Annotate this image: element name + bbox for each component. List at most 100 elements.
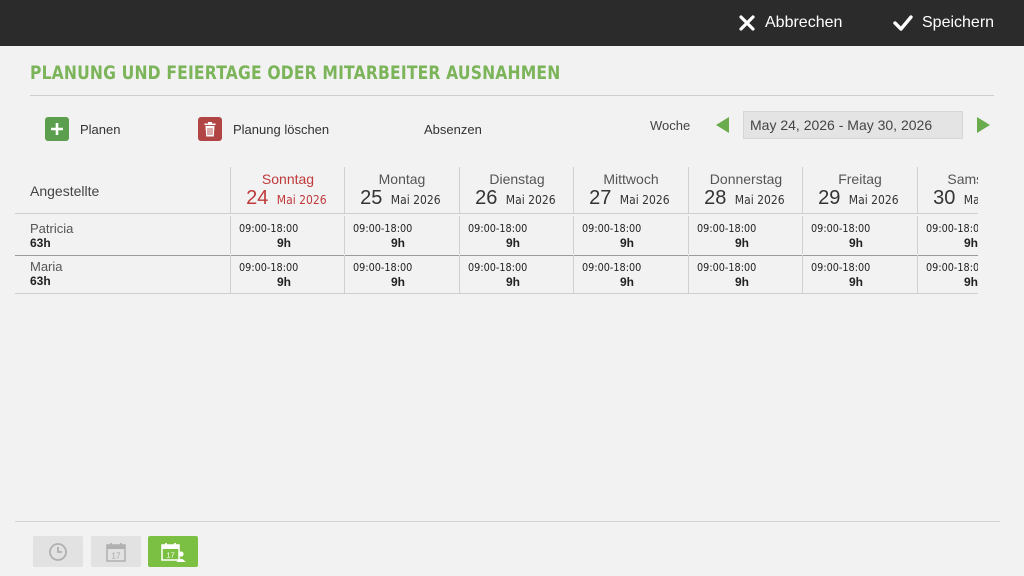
- day-month: Mai 2026: [620, 193, 671, 207]
- save-button[interactable]: Speichern: [893, 0, 994, 46]
- day-name: Samstag: [947, 171, 978, 187]
- shift-time: 09:00-18:00: [468, 222, 528, 235]
- header-divider: [15, 213, 978, 214]
- day-name: Montag: [378, 171, 426, 187]
- shift-time: 09:00-18:00: [697, 261, 757, 274]
- shift-hours: 9h: [506, 236, 521, 250]
- shift-hours: 9h: [964, 236, 978, 250]
- day-header-saturday: Samstag 30 Mai 2026: [917, 167, 978, 213]
- day-number: 25: [360, 187, 383, 209]
- day-number: 30: [933, 187, 956, 209]
- clock-view-button[interactable]: [33, 536, 83, 567]
- day-header-sunday: Sonntag 24 Mai 2026: [230, 167, 345, 213]
- delete-plan-label: Planung löschen: [233, 121, 330, 137]
- day-name: Dienstag: [489, 171, 545, 187]
- day-month: Mai 2026: [277, 193, 328, 207]
- delete-plan-button[interactable]: Planung löschen: [198, 117, 329, 141]
- page-title: PLANUNG UND FEIERTAGE ODER MITARBEITER A…: [30, 62, 561, 84]
- shift-cell[interactable]: 09:00-18:009h: [573, 216, 688, 254]
- day-name: Mittwoch: [603, 171, 659, 187]
- shift-time: 09:00-18:00: [926, 261, 978, 274]
- shift-time: 09:00-18:00: [697, 222, 757, 235]
- day-month: Mai 2026: [506, 193, 557, 207]
- plan-button[interactable]: Planen: [45, 117, 120, 141]
- calendar-user-icon: 17: [161, 542, 186, 562]
- cancel-label: Abbrechen: [765, 14, 843, 31]
- absences-button[interactable]: Absenzen: [424, 122, 482, 137]
- shift-time: 09:00-18:00: [926, 222, 978, 235]
- shift-hours: 9h: [620, 275, 635, 289]
- title-divider: [30, 95, 994, 96]
- shift-hours: 9h: [964, 275, 978, 289]
- schedule-grid: Angestellte Sonntag 24 Mai 2026 Montag 25…: [15, 167, 978, 297]
- employee-total-hours: 63h: [30, 236, 51, 250]
- employee-row-label: Maria 63h: [30, 259, 63, 288]
- shift-cell[interactable]: 09:00-18:009h: [230, 216, 345, 254]
- shift-cell[interactable]: 09:00-18:009h: [917, 255, 978, 293]
- shift-cell[interactable]: 09:00-18:009h: [688, 255, 803, 293]
- next-week-arrow-icon[interactable]: [973, 115, 993, 135]
- shift-hours: 9h: [620, 236, 635, 250]
- shift-time: 09:00-18:00: [239, 222, 299, 235]
- plus-icon: [45, 117, 69, 141]
- day-header-friday: Freitag 29 Mai 2026: [802, 167, 917, 213]
- day-month: Mai 2026: [964, 193, 978, 207]
- shift-hours: 9h: [506, 275, 521, 289]
- day-header-monday: Montag 25 Mai 2026: [344, 167, 459, 213]
- shift-time: 09:00-18:00: [582, 222, 642, 235]
- shift-time: 09:00-18:00: [353, 261, 413, 274]
- shift-cell[interactable]: 09:00-18:009h: [802, 255, 917, 293]
- day-month: Mai 2026: [735, 193, 786, 207]
- day-header-thursday: Donnerstag 28 Mai 2026: [688, 167, 803, 213]
- day-name: Freitag: [838, 171, 882, 187]
- shift-hours: 9h: [735, 236, 750, 250]
- employees-column-header: Angestellte: [30, 183, 100, 199]
- shift-cell[interactable]: 09:00-18:009h: [344, 255, 459, 293]
- shift-hours: 9h: [277, 236, 292, 250]
- day-month: Mai 2026: [391, 193, 442, 207]
- absences-label: Absenzen: [424, 122, 482, 137]
- shift-cell[interactable]: 09:00-18:009h: [459, 216, 574, 254]
- calendar-day-number: 17: [166, 550, 174, 559]
- bottom-divider: [15, 521, 1000, 522]
- shift-time: 09:00-18:00: [582, 261, 642, 274]
- shift-cell[interactable]: 09:00-18:009h: [573, 255, 688, 293]
- shift-cell[interactable]: 09:00-18:009h: [344, 216, 459, 254]
- shift-cell[interactable]: 09:00-18:009h: [917, 216, 978, 254]
- shift-time: 09:00-18:00: [811, 222, 871, 235]
- calendar-icon: 17: [106, 542, 126, 562]
- shift-cell[interactable]: 09:00-18:009h: [688, 216, 803, 254]
- close-icon: [739, 15, 755, 31]
- clock-icon: [49, 542, 67, 561]
- day-number: 28: [704, 187, 727, 209]
- previous-week-arrow-icon[interactable]: [713, 115, 733, 135]
- employee-row-label: Patricia 63h: [30, 221, 73, 250]
- week-label: Woche: [650, 118, 691, 133]
- day-name: Donnerstag: [709, 171, 783, 187]
- shift-hours: 9h: [391, 236, 406, 250]
- employee-calendar-view-button[interactable]: 17: [148, 536, 198, 567]
- calendar-day-number: 17: [112, 551, 121, 560]
- plan-label: Planen: [80, 121, 121, 137]
- shift-time: 09:00-18:00: [353, 222, 413, 235]
- cancel-button[interactable]: Abbrechen: [738, 0, 842, 46]
- shift-cell[interactable]: 09:00-18:009h: [459, 255, 574, 293]
- day-number: 27: [589, 187, 612, 209]
- shift-hours: 9h: [735, 275, 750, 289]
- week-range-field[interactable]: May 24, 2026 - May 30, 2026: [743, 111, 963, 139]
- shift-cell[interactable]: 09:00-18:009h: [230, 255, 345, 293]
- row-divider: [15, 293, 978, 294]
- shift-hours: 9h: [391, 275, 406, 289]
- top-bar: Abbrechen Speichern: [0, 0, 1024, 46]
- day-name: Sonntag: [261, 171, 315, 187]
- employee-name: Patricia: [30, 221, 74, 236]
- shift-hours: 9h: [277, 275, 292, 289]
- shift-hours: 9h: [849, 275, 864, 289]
- employee-name: Maria: [30, 259, 63, 274]
- shift-cell[interactable]: 09:00-18:009h: [802, 216, 917, 254]
- shift-time: 09:00-18:00: [811, 261, 871, 274]
- calendar-view-button[interactable]: 17: [91, 536, 141, 567]
- checkmark-icon: [893, 15, 913, 31]
- day-number: 26: [475, 187, 498, 209]
- day-number: 29: [818, 187, 841, 209]
